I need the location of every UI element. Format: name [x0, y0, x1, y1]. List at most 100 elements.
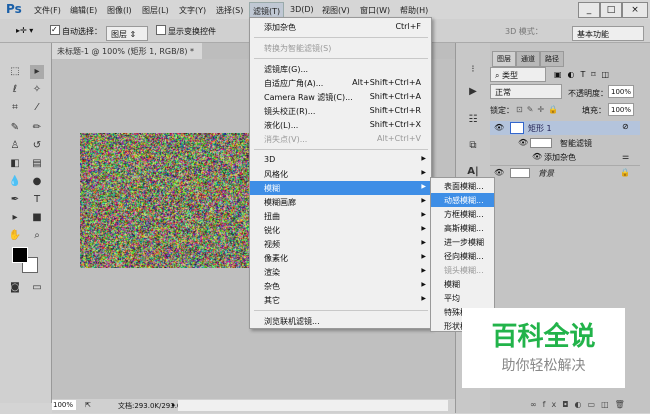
- gradient-icon[interactable]: ▤: [30, 157, 44, 171]
- filter-kind-dropdown[interactable]: ⌕ 类型: [490, 67, 546, 82]
- menu-type[interactable]: 文字(Y): [179, 5, 206, 16]
- filter-menu-item[interactable]: 像素化 ▶: [250, 251, 431, 265]
- menu-3d[interactable]: 3D(D): [290, 5, 314, 14]
- crop-tool-icon[interactable]: ⌗: [8, 101, 22, 115]
- auto-select-checkbox[interactable]: ✓: [50, 25, 60, 35]
- blur-submenu-item[interactable]: 进一步模糊: [431, 235, 494, 249]
- menu-window[interactable]: 窗口(W): [360, 5, 390, 16]
- filter-menu-item[interactable]: 视频 ▶: [250, 237, 431, 251]
- blur-submenu-item[interactable]: 镜头模糊...: [431, 263, 494, 277]
- filter-menu-item[interactable]: 模糊 ▶: [250, 181, 431, 195]
- layer-row[interactable]: 👁 添加杂色 ⚌: [490, 150, 640, 164]
- layer-filter-icons[interactable]: ▣◐T⌑◫: [554, 70, 615, 79]
- filter-menu-item[interactable]: 浏览联机滤镜...: [250, 314, 431, 328]
- document-tab[interactable]: 未标题-1 @ 100% (矩形 1, RGB/8) * ×: [52, 43, 202, 59]
- quick-mask-icon[interactable]: ◙: [8, 281, 22, 295]
- close-button[interactable]: ×: [622, 2, 648, 18]
- opacity-field[interactable]: 100%: [608, 85, 634, 98]
- filter-menu-item[interactable]: 转换为智能滤镜(S): [250, 41, 431, 55]
- properties-panel-icon[interactable]: ☷: [466, 113, 480, 127]
- eyedropper-icon[interactable]: ⁄: [30, 101, 44, 115]
- maximize-button[interactable]: □: [600, 2, 622, 18]
- menu-select[interactable]: 选择(S): [216, 5, 243, 16]
- zoom-field[interactable]: 100%: [52, 400, 76, 410]
- menu-file[interactable]: 文件(F): [34, 5, 61, 16]
- filter-menu-item[interactable]: 风格化 ▶: [250, 167, 431, 181]
- minimize-button[interactable]: _: [578, 2, 600, 18]
- layer-panel-footer-icons[interactable]: ∞fx◘◐▭◫🗑: [530, 400, 631, 409]
- layer-row[interactable]: 👁 智能滤镜: [490, 136, 640, 150]
- magic-wand-icon[interactable]: ✧: [30, 83, 44, 97]
- zoom-tool-icon[interactable]: ⌕: [30, 229, 44, 243]
- horizontal-scrollbar[interactable]: [178, 400, 448, 411]
- dodge-icon[interactable]: ●: [30, 175, 44, 189]
- filter-menu-item[interactable]: 杂色 ▶: [250, 279, 431, 293]
- actions-panel-icon[interactable]: ▶: [466, 85, 480, 99]
- filter-menu-item[interactable]: 消失点(V)... Alt+Ctrl+V: [250, 132, 431, 146]
- filter-menu-item[interactable]: Camera Raw 滤镜(C)... Shift+Ctrl+A: [250, 90, 431, 104]
- tab-paths[interactable]: 路径: [540, 51, 564, 67]
- stamp-icon[interactable]: ♙: [8, 139, 22, 153]
- show-transform-checkbox[interactable]: [156, 25, 166, 35]
- tab-channels[interactable]: 通道: [516, 51, 540, 67]
- marquee-tool-icon[interactable]: ⬚: [8, 65, 22, 79]
- auto-select-dropdown[interactable]: 图层 ⇕: [106, 26, 148, 41]
- shape-tool-icon[interactable]: ■: [30, 211, 44, 225]
- type-tool-icon[interactable]: T: [30, 193, 44, 207]
- move-tool-icon[interactable]: ▸✛ ▾: [16, 26, 33, 35]
- filter-menu-item[interactable]: 其它 ▶: [250, 293, 431, 307]
- clone-source-icon[interactable]: ⧉: [466, 139, 480, 153]
- history-brush-icon[interactable]: ↺: [30, 139, 44, 153]
- blur-submenu-item[interactable]: 平均: [431, 291, 494, 305]
- blur-submenu-item[interactable]: 径向模糊...: [431, 249, 494, 263]
- noise-image-canvas[interactable]: [80, 133, 250, 268]
- hand-icon[interactable]: ✋: [8, 229, 22, 243]
- filter-menu-item[interactable]: 3D ▶: [250, 153, 431, 167]
- workspace-dropdown[interactable]: 基本功能: [572, 26, 644, 41]
- filter-options-icon[interactable]: ⚌: [622, 152, 629, 161]
- status-menu-arrow-icon[interactable]: ▸: [172, 401, 176, 409]
- blur-tool-icon[interactable]: 💧: [8, 175, 22, 189]
- menu-layer[interactable]: 图层(L): [142, 5, 169, 16]
- pen-icon[interactable]: ✒: [8, 193, 22, 207]
- filter-menu-item[interactable]: 锐化 ▶: [250, 223, 431, 237]
- filter-menu-item[interactable]: 渲染 ▶: [250, 265, 431, 279]
- blur-submenu-item[interactable]: 动感模糊...: [431, 193, 494, 207]
- filter-menu-item[interactable]: 镜头校正(R)... Shift+Ctrl+R: [250, 104, 431, 118]
- menu-item-shortcut: Ctrl+F: [395, 22, 421, 31]
- menu-image[interactable]: 图像(I): [107, 5, 132, 16]
- layer-row[interactable]: 👁 背景 🔒: [490, 165, 640, 179]
- fill-field[interactable]: 100%: [608, 103, 634, 116]
- screen-mode-icon[interactable]: ▭: [30, 281, 44, 295]
- blur-submenu-item[interactable]: 模糊: [431, 277, 494, 291]
- foreground-color[interactable]: [12, 247, 28, 263]
- menu-edit[interactable]: 编辑(E): [70, 5, 97, 16]
- blur-submenu-item[interactable]: 高斯模糊...: [431, 221, 494, 235]
- history-panel-icon[interactable]: ⁝: [466, 63, 480, 77]
- visibility-eye-icon[interactable]: 👁: [518, 138, 528, 147]
- filter-menu-item[interactable]: 扭曲 ▶: [250, 209, 431, 223]
- filter-menu-item[interactable]: 添加杂色 Ctrl+F: [250, 20, 431, 34]
- tab-layers[interactable]: 图层: [492, 51, 516, 67]
- filter-menu-item[interactable]: 液化(L)... Shift+Ctrl+X: [250, 118, 431, 132]
- blend-mode-dropdown[interactable]: 正常: [490, 84, 562, 99]
- export-icon[interactable]: ⇱: [85, 401, 91, 409]
- path-select-icon[interactable]: ▸: [8, 211, 22, 225]
- lasso-tool-icon[interactable]: ℓ: [8, 83, 22, 97]
- filter-menu-item[interactable]: 自适应广角(A)... Alt+Shift+Ctrl+A: [250, 76, 431, 90]
- visibility-eye-icon[interactable]: 👁: [494, 123, 504, 132]
- visibility-eye-icon[interactable]: 👁: [494, 168, 504, 177]
- eraser-icon[interactable]: ◧: [8, 157, 22, 171]
- healing-brush-icon[interactable]: ✎: [8, 121, 22, 135]
- move-tool-icon[interactable]: ▸: [30, 65, 44, 79]
- brush-icon[interactable]: ✏: [30, 121, 44, 135]
- layer-row[interactable]: 👁 矩形 1 ⊘: [490, 121, 640, 135]
- visibility-eye-icon[interactable]: 👁: [532, 152, 542, 161]
- menu-help[interactable]: 帮助(H): [400, 5, 428, 16]
- menu-view[interactable]: 视图(V): [322, 5, 350, 16]
- filter-menu-item[interactable]: 滤镜库(G)...: [250, 62, 431, 76]
- filter-menu-item[interactable]: 模糊画廊 ▶: [250, 195, 431, 209]
- blur-submenu-item[interactable]: 方框模糊...: [431, 207, 494, 221]
- blur-submenu-item[interactable]: 表面模糊...: [431, 179, 494, 193]
- lock-icons[interactable]: ⊡✎✛🔒: [516, 105, 562, 114]
